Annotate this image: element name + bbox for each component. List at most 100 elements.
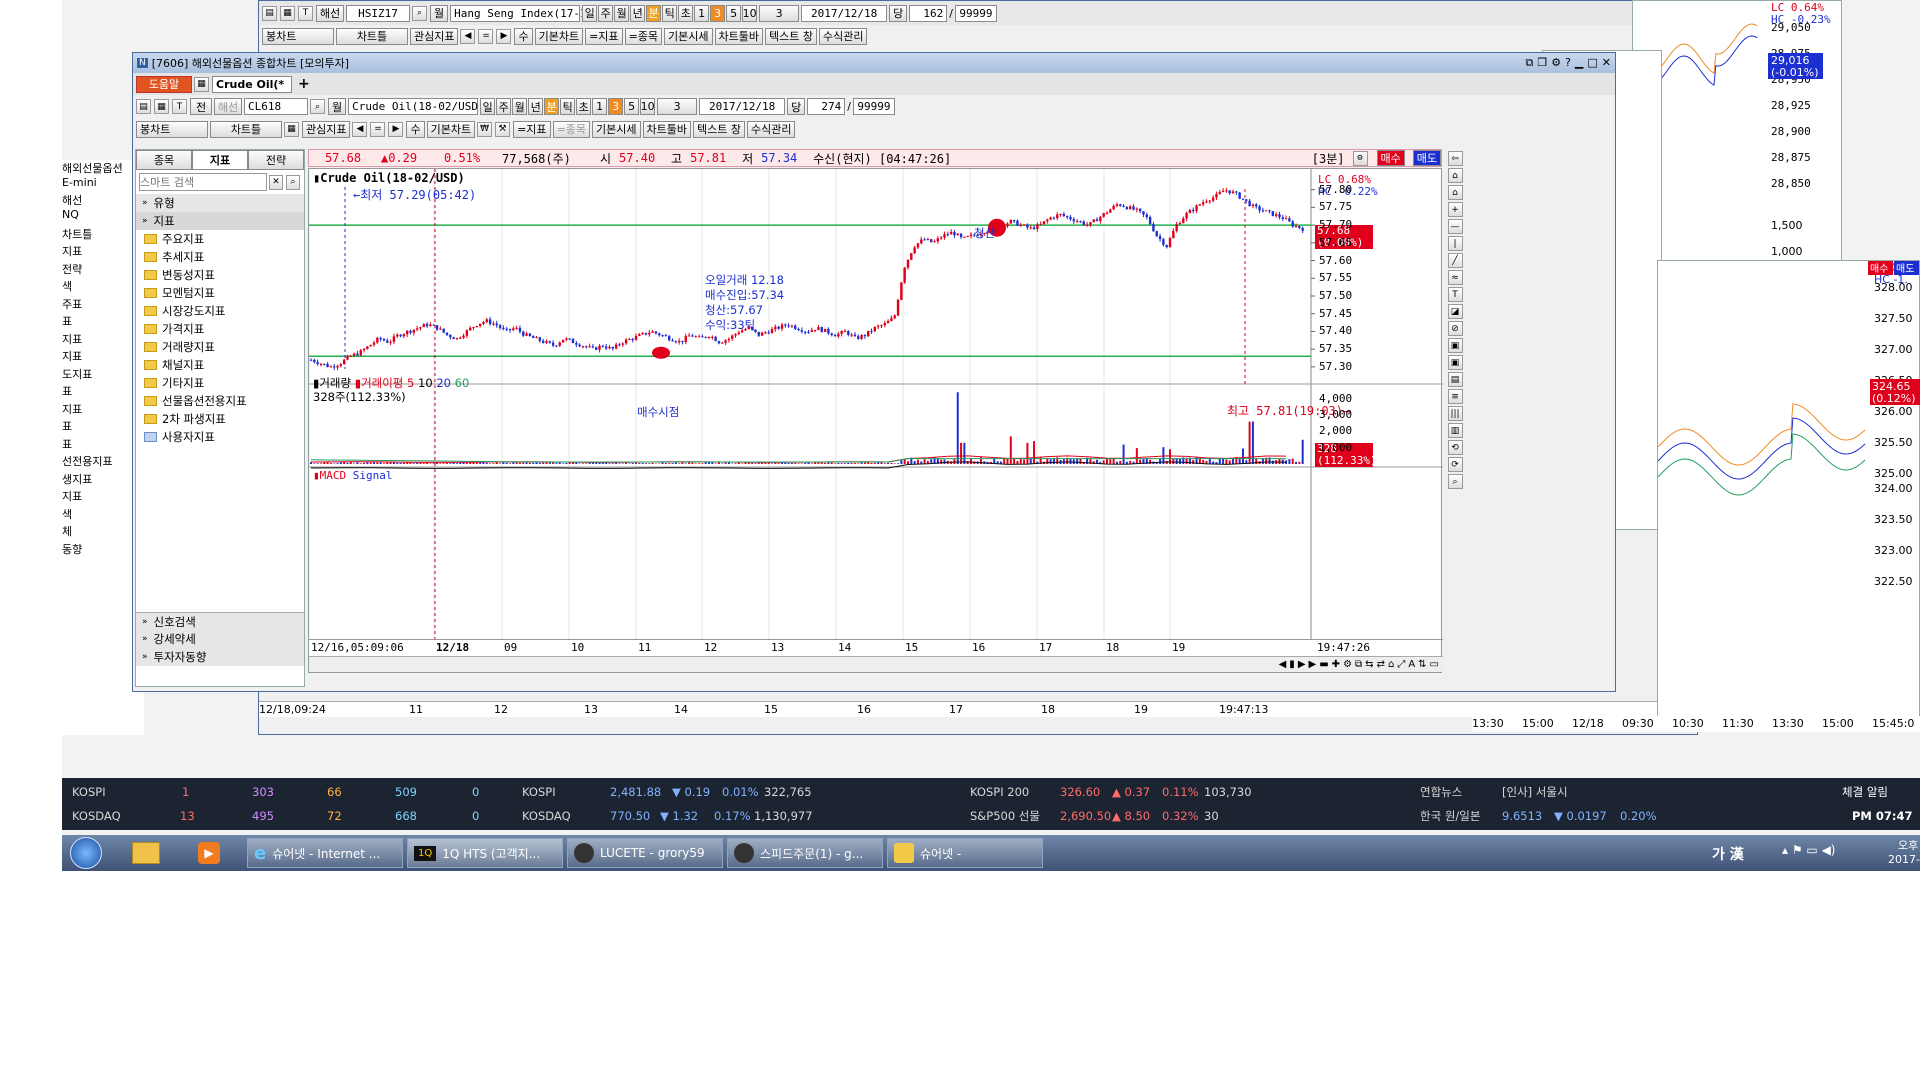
tree-item-10[interactable]: 2차 파생지표	[136, 410, 304, 428]
tree-indicator[interactable]: » 지표	[136, 212, 304, 230]
chart-tool-icon[interactable]: —	[1447, 219, 1463, 234]
tray-icons[interactable]: ▴ ⚑ ▭ ◀)	[1782, 843, 1835, 857]
candle-select[interactable]: 봉차트	[136, 120, 208, 138]
scroll-tool-icon[interactable]: ✚	[1332, 659, 1340, 670]
clear-icon[interactable]: ✕	[269, 174, 283, 190]
task-speed-order[interactable]: 스피드주문(1) - g...	[727, 838, 883, 868]
maximize-icon[interactable]: □	[1587, 56, 1597, 70]
tree-item-9[interactable]: 선물옵션전용지표	[136, 392, 304, 410]
scroll-tool-icon[interactable]: ⌂	[1388, 659, 1394, 670]
period-button[interactable]: 월	[328, 98, 347, 115]
bg-period-6[interactable]: 초	[678, 4, 694, 22]
scroll-tool-icon[interactable]: ⇄	[1377, 659, 1385, 670]
grid-icon[interactable]: ▦	[280, 5, 295, 21]
bg-indicator[interactable]: =지표	[585, 27, 623, 45]
next-icon[interactable]: ▶	[496, 28, 512, 44]
tree-item-8[interactable]: 기타지표	[136, 374, 304, 392]
bg-period-5[interactable]: 틱	[662, 4, 678, 22]
task-lucete[interactable]: LUCETE - grory59	[567, 838, 723, 868]
help-button[interactable]: 도움말	[136, 75, 192, 93]
buy-button[interactable]: 매수	[1376, 150, 1405, 166]
market-select[interactable]: 해선	[214, 98, 242, 115]
main-titlebar[interactable]: N [7606] 해외선물옵션 종합차트 [모의투자] ⧉ ❐ ⚙ ? ▁ □ …	[133, 53, 1615, 73]
bg-period-1[interactable]: 주	[598, 4, 614, 22]
formula-button[interactable]: 수	[406, 120, 425, 138]
main-period-7[interactable]: 1	[592, 98, 608, 115]
side-tab-strategy[interactable]: 전략	[248, 150, 304, 170]
chart-tool-icon[interactable]: ≈	[1447, 270, 1463, 285]
chart-tool-icon[interactable]: ⇦	[1447, 151, 1463, 166]
chart-tool-icon[interactable]: ⟳	[1447, 457, 1463, 472]
main-period-10[interactable]: 10	[640, 98, 656, 115]
search-icon[interactable]: ⌕	[412, 5, 427, 21]
tree-item-7[interactable]: 채널지표	[136, 356, 304, 374]
next-icon[interactable]: ▶	[388, 121, 404, 137]
chart-tool-icon[interactable]: T	[1447, 287, 1463, 302]
bg-text-window[interactable]: 텍스트 창	[765, 27, 817, 45]
won-icon[interactable]: ₩	[477, 121, 493, 137]
bg-period-9[interactable]: 5	[726, 4, 742, 22]
grid-icon[interactable]: ▦	[154, 99, 169, 114]
scroll-tool-icon[interactable]: ▮	[1289, 659, 1295, 670]
tree-item-4[interactable]: 시장강도지표	[136, 302, 304, 320]
chart-tool-icon[interactable]: ⟲	[1447, 440, 1463, 455]
bg-formula-manage[interactable]: 수식관리	[818, 27, 868, 45]
main-period-2[interactable]: 월	[512, 98, 528, 115]
chart-area[interactable]: ▮Crude Oil(18-02/USD) ←최저 57.29(05:42) 최…	[308, 168, 1443, 673]
grid-icon[interactable]: ▦	[284, 121, 299, 137]
folder-icon[interactable]	[132, 842, 160, 864]
bars-input[interactable]: 274	[807, 98, 846, 115]
bg-period-8[interactable]: 3	[710, 4, 726, 22]
bg-symbol-compare[interactable]: =종목	[624, 27, 663, 45]
tree-investor[interactable]: » 투자자동향	[136, 648, 304, 666]
scroll-tool-icon[interactable]: A	[1408, 659, 1415, 670]
chart-tool-icon[interactable]: ⌕	[1447, 474, 1463, 489]
tree-item-6[interactable]: 거래량지표	[136, 338, 304, 356]
basic-quote-button[interactable]: 기본시세	[592, 120, 641, 138]
tree-type[interactable]: » 유형	[136, 194, 304, 212]
main-period-1[interactable]: 주	[496, 98, 512, 115]
tool-icon[interactable]: ⚒	[495, 121, 511, 137]
chart-tool-icon[interactable]: ▤	[1447, 372, 1463, 387]
smart-search-input[interactable]	[139, 173, 267, 191]
chart-tool-icon[interactable]: +	[1447, 202, 1463, 217]
tree-strength[interactable]: » 강세약세	[136, 630, 304, 648]
bg-period-button[interactable]: 월	[430, 4, 449, 22]
far-sell[interactable]: 매도	[1896, 263, 1914, 275]
tree-item-0[interactable]: 주요지표	[136, 230, 304, 248]
tree-item-3[interactable]: 모멘텀지표	[136, 284, 304, 302]
eq-icon[interactable]: =	[370, 121, 386, 137]
tree-item-5[interactable]: 가격지표	[136, 320, 304, 338]
list-icon[interactable]: ▤	[262, 5, 277, 21]
chart-tool-icon[interactable]: ▥	[1447, 423, 1463, 438]
far-buy[interactable]: 매수	[1870, 263, 1888, 275]
scroll-tool-icon[interactable]: ⇅	[1418, 659, 1426, 670]
close-icon[interactable]: ✕	[1602, 56, 1611, 70]
prev-icon[interactable]: ◀	[460, 28, 476, 44]
indicator-button[interactable]: =지표	[513, 120, 551, 138]
scroll-tool-icon[interactable]: ▶	[1309, 659, 1317, 670]
bg-basic-quote[interactable]: 기본시세	[664, 27, 713, 45]
scroll-tool-icon[interactable]: ◀	[1279, 659, 1287, 670]
frame-select[interactable]: 차트틀	[210, 120, 282, 138]
scroll-tool-icon[interactable]: ⤢	[1397, 659, 1405, 670]
tree-item-2[interactable]: 변동성지표	[136, 266, 304, 284]
bg-period-7[interactable]: 1	[694, 4, 710, 22]
add-tab-icon[interactable]: +	[298, 76, 310, 92]
search-icon[interactable]: ⌕	[310, 99, 325, 114]
chart-tool-icon[interactable]: ▣	[1447, 338, 1463, 353]
chart-tool-icon[interactable]: ╱	[1447, 253, 1463, 268]
all-button[interactable]: 전	[190, 98, 212, 115]
tree-item-11[interactable]: 사용자지표	[136, 428, 304, 446]
chart-tool-icon[interactable]: ⌂	[1447, 168, 1463, 183]
news-headline[interactable]: [인사] 서울시	[1502, 780, 1568, 804]
list-icon[interactable]: ▤	[136, 99, 151, 114]
max-input[interactable]: 99999	[852, 98, 895, 115]
tab-crude-oil[interactable]: Crude Oil(*	[212, 75, 292, 93]
symbol-code-input[interactable]: CL618	[244, 98, 308, 115]
bg-max-input[interactable]: 99999	[954, 4, 997, 22]
ime-indicator[interactable]: 가 漢	[1712, 844, 1744, 864]
bg-chart-toolbar[interactable]: 차트툴바	[714, 27, 763, 45]
eq-icon[interactable]: =	[478, 28, 494, 44]
bg-period-2[interactable]: 월	[614, 4, 630, 22]
